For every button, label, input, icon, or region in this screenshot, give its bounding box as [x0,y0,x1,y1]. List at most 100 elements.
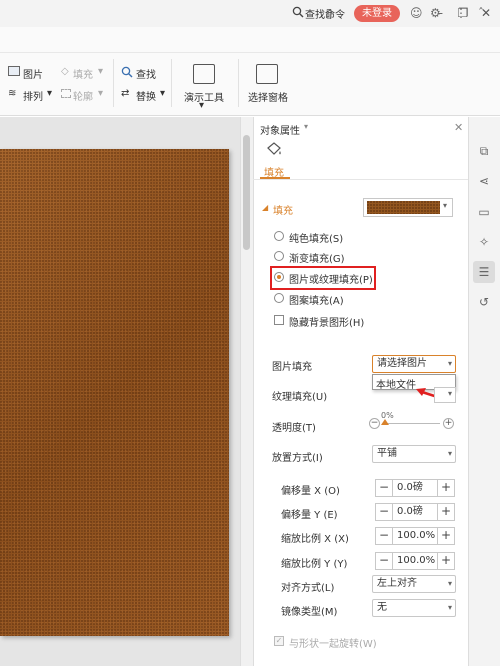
presentation-tools-icon [193,64,215,84]
property-sliders-icon[interactable]: ☰ [476,264,492,280]
replace-dropdown-icon: ▾ [160,88,166,99]
fill-dropdown-icon: ▾ [98,66,104,77]
archive-icon[interactable]: ▭ [476,204,492,220]
transparency-label: 透明度(T) [272,423,316,434]
radio-gradient-fill-label[interactable]: 渐变填充(G) [289,250,345,265]
settings-icon[interactable]: ⚙ [430,6,441,20]
rotate-with-shape-checkbox[interactable]: ✓ [274,636,284,646]
fill-preview-dropdown-icon: ▾ [443,201,448,210]
mirror-label: 镜像类型(M) [281,607,338,618]
arrange-icon: ≋ [8,88,17,99]
radio-gradient-fill[interactable] [274,251,284,261]
scale-x-increase-button[interactable]: + [437,527,455,545]
offset-y-decrease-button[interactable]: − [375,503,393,521]
scale-y-increase-button[interactable]: + [437,552,455,570]
replace-icon: ⇄ [121,88,130,99]
placement-value: 平铺 [377,448,397,459]
picture-fill-dropdown[interactable]: 请选择图片 ▾ [372,355,456,373]
mirror-dropdown-icon: ▾ [447,603,452,612]
selection-pane-button[interactable]: 选择窗格 [244,89,292,104]
offset-x-label: 偏移量 X (O) [281,486,340,497]
hide-background-checkbox[interactable] [274,315,284,325]
transparency-slider-track[interactable] [383,423,440,424]
find-button[interactable]: 查找 [136,66,156,81]
copy-icon[interactable]: ⧉ [476,143,492,159]
texture-fill-label: 纹理填充(U) [272,392,328,403]
scale-x-label: 缩放比例 X (X) [281,534,349,545]
align-dropdown-icon: ▾ [447,579,452,588]
ribbon [0,53,500,116]
mirror-dropdown[interactable]: 无 ▾ [372,599,456,617]
picture-icon [8,66,20,76]
align-dropdown[interactable]: 左上对齐 ▾ [372,575,456,593]
feedback-icon[interactable]: ☺ [410,6,423,20]
right-sidebar [468,117,500,666]
magic-icon[interactable]: ✧ [476,234,492,250]
scale-y-input[interactable]: 100.0% [393,552,437,570]
radio-pattern-fill-label[interactable]: 图案填充(A) [289,292,344,307]
texture-fill-dropdown[interactable]: ▾ [434,387,456,403]
ribbon-divider [238,59,239,107]
history-icon[interactable]: ↺ [476,294,492,310]
slide-workspace [0,117,240,666]
transparency-slider-thumb[interactable] [381,419,389,425]
outline-dropdown-icon: ▾ [98,88,104,99]
pane-title: 对象属性 [260,126,300,137]
fill-button[interactable]: 填充 [73,66,93,81]
texture-fill-dropdown-icon: ▾ [447,389,452,398]
mirror-value: 无 [377,602,387,613]
placement-dropdown[interactable]: 平铺 ▾ [372,445,456,463]
offset-y-increase-button[interactable]: + [437,503,455,521]
align-label: 对齐方式(L) [281,583,335,594]
login-button[interactable]: 未登录 [354,5,400,22]
outline-icon [61,89,71,98]
title-bar [0,0,500,27]
collapse-ribbon-icon[interactable]: ˆ [478,6,484,20]
share-icon[interactable]: ⋖ [476,173,492,189]
highlight-box [270,266,376,290]
search-icon[interactable] [292,6,304,21]
scale-x-decrease-button[interactable]: − [375,527,393,545]
picture-fill-label: 图片填充 [272,362,312,373]
transparency-decrease-icon[interactable]: − [369,418,380,429]
radio-solid-fill-label[interactable]: 纯色填充(S) [289,230,343,245]
ribbon-divider [171,59,172,107]
fill-preview-swatch [367,201,440,214]
align-value: 左上对齐 [377,578,417,589]
picture-fill-dropdown-icon: ▾ [447,359,452,368]
radio-pattern-fill[interactable] [274,293,284,303]
pane-title-dropdown-icon[interactable]: ▾ [304,122,308,131]
close-pane-icon[interactable]: ✕ [454,121,463,134]
slide-canvas[interactable] [0,149,229,636]
transparency-increase-icon[interactable]: + [443,418,454,429]
radio-solid-fill[interactable] [274,231,284,241]
presentation-tools-dropdown-icon: ▾ [199,100,205,111]
command-bar [0,27,500,53]
find-icon [121,66,133,81]
arrange-button[interactable]: 排列 [23,88,43,103]
outline-button[interactable]: 轮廓 [73,88,93,103]
placement-dropdown-icon: ▾ [447,449,452,458]
offset-x-decrease-button[interactable]: − [375,479,393,497]
picture-button[interactable]: 图片 [23,66,43,81]
offset-y-label: 偏移量 Y (E) [281,510,338,521]
rotate-with-shape-label[interactable]: 与形状一起旋转(W) [289,635,377,650]
scrollbar-thumb[interactable] [243,135,250,250]
more-icon[interactable]: ⋮ [455,6,467,20]
scale-y-label: 缩放比例 Y (Y) [281,559,348,570]
offset-y-input[interactable]: 0.0磅 [393,503,437,521]
search-command-label[interactable]: 查找命令 [305,6,345,21]
section-collapse-icon[interactable]: ◢ [262,203,268,212]
fill-icon: ◇ [61,66,69,77]
section-fill-title: 填充 [273,206,293,217]
offset-x-input[interactable]: 0.0磅 [393,479,437,497]
replace-button[interactable]: 替换 [136,88,156,103]
ribbon-divider [113,59,114,107]
placement-label: 放置方式(I) [272,453,323,464]
offset-x-increase-button[interactable]: + [437,479,455,497]
hide-background-label[interactable]: 隐藏背景图形(H) [289,314,364,329]
fill-tab-icon [265,142,283,161]
fill-preview-dropdown[interactable]: ▾ [363,198,453,217]
scale-x-input[interactable]: 100.0% [393,527,437,545]
scale-y-decrease-button[interactable]: − [375,552,393,570]
